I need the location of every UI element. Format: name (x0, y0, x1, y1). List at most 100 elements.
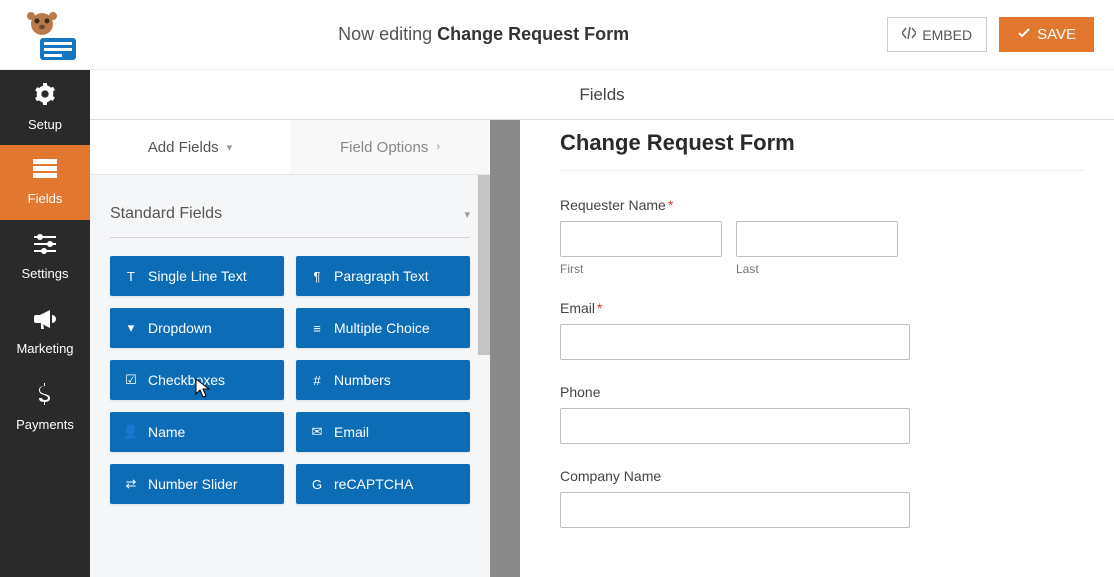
editing-prefix: Now editing (338, 24, 437, 44)
sidebar-label: Settings (22, 266, 69, 281)
field-dropdown[interactable]: ▾ Dropdown (110, 308, 284, 348)
field-number-slider[interactable]: ⇄ Number Slider (110, 464, 284, 504)
sidebar-item-marketing[interactable]: Marketing (0, 295, 90, 370)
name-row: First Last (560, 221, 1084, 276)
field-single-line-text[interactable]: T Single Line Text (110, 256, 284, 296)
embed-button[interactable]: EMBED (887, 17, 987, 52)
fields-panel: Add Fields ▾ Field Options › Standard Fi… (90, 120, 490, 577)
sidebar-label: Payments (16, 417, 74, 432)
section-label: Standard Fields (110, 205, 222, 223)
gear-icon (34, 83, 56, 111)
text-icon: T (124, 269, 138, 284)
embed-label: EMBED (922, 27, 972, 43)
list-icon (33, 159, 57, 185)
bullhorn-icon (34, 309, 56, 335)
wpforms-logo[interactable] (20, 10, 80, 60)
field-name[interactable]: 👤 Name (110, 412, 284, 452)
field-btn-label: reCAPTCHA (334, 476, 413, 492)
first-name-input[interactable] (560, 221, 722, 257)
field-requester-name[interactable]: Requester Name* First Last (560, 197, 1084, 276)
main-row: Add Fields ▾ Field Options › Standard Fi… (90, 120, 1114, 577)
save-label: SAVE (1037, 26, 1076, 43)
field-email[interactable]: ✉ Email (296, 412, 470, 452)
tab-label: Add Fields (148, 139, 219, 156)
last-name-col: Last (736, 221, 898, 276)
chevron-down-icon: ▾ (227, 141, 233, 154)
required-marker: * (597, 300, 602, 316)
envelope-icon: ✉ (310, 424, 324, 440)
sidebar-item-settings[interactable]: Settings (0, 220, 90, 295)
field-numbers[interactable]: # Numbers (296, 360, 470, 400)
save-button[interactable]: SAVE (999, 17, 1094, 52)
recaptcha-icon: G (310, 477, 324, 492)
sidebar-item-fields[interactable]: Fields (0, 145, 90, 220)
first-name-col: First (560, 221, 722, 276)
field-btn-label: Email (334, 424, 369, 440)
email-input[interactable] (560, 324, 910, 360)
label-phone: Phone (560, 384, 1084, 400)
main-sidebar: Setup Fields Settings Marketing Payments (0, 70, 90, 577)
dropdown-icon: ▾ (124, 320, 138, 336)
field-btn-label: Multiple Choice (334, 320, 430, 336)
topbar: Now editing Change Request Form EMBED SA… (0, 0, 1114, 70)
sidebar-item-setup[interactable]: Setup (0, 70, 90, 145)
tab-label: Field Options (340, 139, 428, 156)
sidebar-item-payments[interactable]: Payments (0, 370, 90, 445)
sliders-icon (34, 234, 56, 260)
field-checkboxes[interactable]: ☑ Checkboxes (110, 360, 284, 400)
form-preview: Change Request Form Requester Name* Firs… (520, 120, 1114, 577)
label-text: Email (560, 300, 595, 316)
label-requester-name: Requester Name* (560, 197, 1084, 213)
field-multiple-choice[interactable]: ≡ Multiple Choice (296, 308, 470, 348)
paragraph-icon: ¶ (310, 269, 324, 284)
field-company-name[interactable]: Company Name (560, 468, 1084, 528)
code-icon (902, 26, 916, 43)
sidebar-label: Fields (28, 191, 63, 206)
phone-input[interactable] (560, 408, 910, 444)
topbar-actions: EMBED SAVE (887, 17, 1094, 52)
label-email: Email* (560, 300, 1084, 316)
label-text: Requester Name (560, 197, 666, 213)
last-name-input[interactable] (736, 221, 898, 257)
sidebar-label: Marketing (16, 341, 73, 356)
field-btn-label: Dropdown (148, 320, 212, 336)
field-recaptcha[interactable]: GreCAPTCHA (296, 464, 470, 504)
content-area: Fields Add Fields ▾ Field Options › Stan… (90, 70, 1114, 577)
chevron-down-icon: ▾ (464, 208, 470, 221)
tab-add-fields[interactable]: Add Fields ▾ (90, 120, 290, 174)
sub-label-last: Last (736, 262, 898, 276)
panel-header: Fields (90, 70, 1114, 120)
field-phone[interactable]: Phone (560, 384, 1084, 444)
user-icon: 👤 (124, 424, 138, 440)
hash-icon: # (310, 373, 324, 388)
panel-divider[interactable] (490, 120, 520, 577)
field-btn-label: Number Slider (148, 476, 237, 492)
list-icon: ≡ (310, 321, 324, 336)
sidebar-label: Setup (28, 117, 62, 132)
check-icon (1017, 26, 1031, 44)
fields-scroll: Standard Fields ▾ T Single Line Text ¶ Par… (90, 175, 490, 577)
section-standard-fields[interactable]: Standard Fields ▾ (110, 195, 470, 238)
tab-field-options[interactable]: Field Options › (290, 120, 490, 174)
field-btn-label: Checkboxes (148, 372, 225, 388)
scrollbar[interactable] (478, 175, 490, 355)
field-btn-label: Name (148, 424, 185, 440)
editing-label: Now editing Change Request Form (80, 24, 887, 45)
field-paragraph-text[interactable]: ¶ Paragraph Text (296, 256, 470, 296)
chevron-right-icon: › (436, 141, 440, 153)
sub-label-first: First (560, 262, 722, 276)
field-btn-label: Numbers (334, 372, 391, 388)
label-company-name: Company Name (560, 468, 1084, 484)
panel-tabs: Add Fields ▾ Field Options › (90, 120, 490, 175)
slider-icon: ⇄ (124, 476, 138, 492)
checkbox-icon: ☑ (124, 372, 138, 388)
required-marker: * (668, 197, 673, 213)
field-btn-label: Single Line Text (148, 268, 247, 284)
field-btn-label: Paragraph Text (334, 268, 429, 284)
dollar-icon (38, 383, 52, 411)
form-name: Change Request Form (437, 24, 629, 44)
form-title[interactable]: Change Request Form (560, 130, 1084, 171)
field-grid: T Single Line Text ¶ Paragraph Text ▾ Dropd… (110, 256, 470, 504)
company-name-input[interactable] (560, 492, 910, 528)
field-email[interactable]: Email* (560, 300, 1084, 360)
